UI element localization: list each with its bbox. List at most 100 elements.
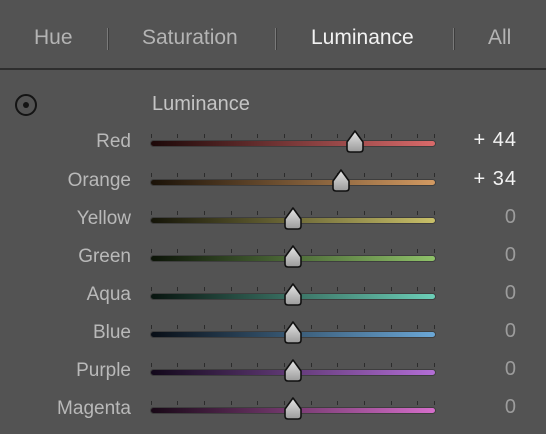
- tab-separator: [275, 28, 277, 50]
- target-dot: [23, 102, 29, 108]
- slider-value[interactable]: 0: [505, 396, 517, 419]
- slider-label: Magenta: [57, 398, 131, 419]
- slider-row-purple: Purple 0: [0, 357, 546, 395]
- slider-tick: [177, 173, 178, 177]
- slider-tick: [417, 173, 418, 177]
- slider-thumb-magenta[interactable]: [282, 396, 304, 422]
- slider-tick: [204, 211, 205, 215]
- slider-tick: [417, 401, 418, 405]
- tab-saturation[interactable]: Saturation: [142, 26, 238, 50]
- slider-tick: [177, 401, 178, 405]
- slider-tick: [204, 287, 205, 291]
- slider-tick: [151, 211, 152, 215]
- slider-tick: [417, 287, 418, 291]
- slider-tick: [231, 325, 232, 329]
- slider-value[interactable]: 0: [505, 282, 517, 305]
- slider-tick: [364, 363, 365, 367]
- slider-tick: [434, 401, 435, 405]
- slider-tick: [311, 325, 312, 329]
- slider-ticks: [151, 134, 435, 139]
- slider-tick: [311, 211, 312, 215]
- slider-tick: [434, 211, 435, 215]
- slider-tick: [391, 249, 392, 253]
- slider-tick: [417, 363, 418, 367]
- slider-thumb-yellow[interactable]: [282, 206, 304, 232]
- slider-tick: [434, 173, 435, 177]
- slider-label: Blue: [92, 322, 131, 343]
- slider-tick: [311, 287, 312, 291]
- tab-hue[interactable]: Hue: [34, 26, 73, 50]
- slider-value[interactable]: + 34: [474, 168, 517, 191]
- slider-tick: [204, 325, 205, 329]
- slider-tick: [434, 249, 435, 253]
- slider-value[interactable]: 0: [505, 244, 517, 267]
- slider-tick: [257, 325, 258, 329]
- slider-tick: [391, 401, 392, 405]
- slider-tick: [417, 211, 418, 215]
- slider-tick: [151, 287, 152, 291]
- slider-tick: [337, 287, 338, 291]
- tab-luminance[interactable]: Luminance: [311, 26, 414, 50]
- section-title: Luminance: [152, 93, 250, 115]
- slider-row-yellow: Yellow 0: [0, 205, 546, 243]
- slider-label: Yellow: [76, 208, 131, 229]
- slider-tick: [311, 401, 312, 405]
- slider-tick: [204, 134, 205, 138]
- slider-tick: [337, 134, 338, 138]
- slider-thumb-orange[interactable]: [330, 168, 352, 194]
- slider-tick: [364, 211, 365, 215]
- slider-row-aqua: Aqua 0: [0, 281, 546, 319]
- slider-row-blue: Blue 0: [0, 319, 546, 357]
- slider-tick: [434, 134, 435, 138]
- slider-label: Red: [96, 131, 131, 152]
- slider-tick: [391, 211, 392, 215]
- slider-tick: [391, 325, 392, 329]
- slider-thumb-purple[interactable]: [282, 358, 304, 384]
- tab-separator: [453, 28, 455, 50]
- slider-tick: [204, 173, 205, 177]
- slider-thumb-blue[interactable]: [282, 320, 304, 346]
- slider-tick: [364, 173, 365, 177]
- slider-tick: [257, 173, 258, 177]
- slider-tick: [311, 249, 312, 253]
- slider-value[interactable]: + 44: [474, 129, 517, 152]
- slider-tick: [257, 363, 258, 367]
- slider-thumb-green[interactable]: [282, 244, 304, 270]
- slider-value[interactable]: 0: [505, 358, 517, 381]
- slider-tick: [177, 211, 178, 215]
- slider-row-magenta: Magenta 0: [0, 395, 546, 433]
- slider-tick: [177, 287, 178, 291]
- slider-tick: [177, 363, 178, 367]
- slider-value[interactable]: 0: [505, 206, 517, 229]
- slider-tick: [231, 401, 232, 405]
- slider-track-orange[interactable]: [151, 180, 435, 185]
- slider-tick: [311, 134, 312, 138]
- slider-tick: [337, 211, 338, 215]
- slider-tick: [417, 325, 418, 329]
- slider-tick: [311, 363, 312, 367]
- slider-tick: [231, 173, 232, 177]
- slider-tick: [231, 287, 232, 291]
- slider-tick: [177, 325, 178, 329]
- slider-tick: [151, 363, 152, 367]
- slider-row-green: Green 0: [0, 243, 546, 281]
- slider-track-red[interactable]: [151, 141, 435, 146]
- slider-tick: [284, 173, 285, 177]
- slider-tick: [257, 134, 258, 138]
- slider-tick: [337, 325, 338, 329]
- slider-tick: [151, 249, 152, 253]
- tab-all[interactable]: All: [488, 26, 511, 50]
- slider-thumb-red[interactable]: [344, 129, 366, 155]
- tab-bar: Hue Saturation Luminance All: [0, 0, 546, 70]
- target-adjustment-icon[interactable]: [15, 94, 37, 116]
- slider-label: Orange: [67, 170, 131, 191]
- tab-separator: [107, 28, 109, 50]
- slider-tick: [151, 401, 152, 405]
- slider-row-orange: Orange + 34: [0, 167, 546, 205]
- slider-tick: [417, 249, 418, 253]
- slider-thumb-aqua[interactable]: [282, 282, 304, 308]
- slider-tick: [151, 325, 152, 329]
- slider-tick: [391, 363, 392, 367]
- slider-tick: [311, 173, 312, 177]
- slider-value[interactable]: 0: [505, 320, 517, 343]
